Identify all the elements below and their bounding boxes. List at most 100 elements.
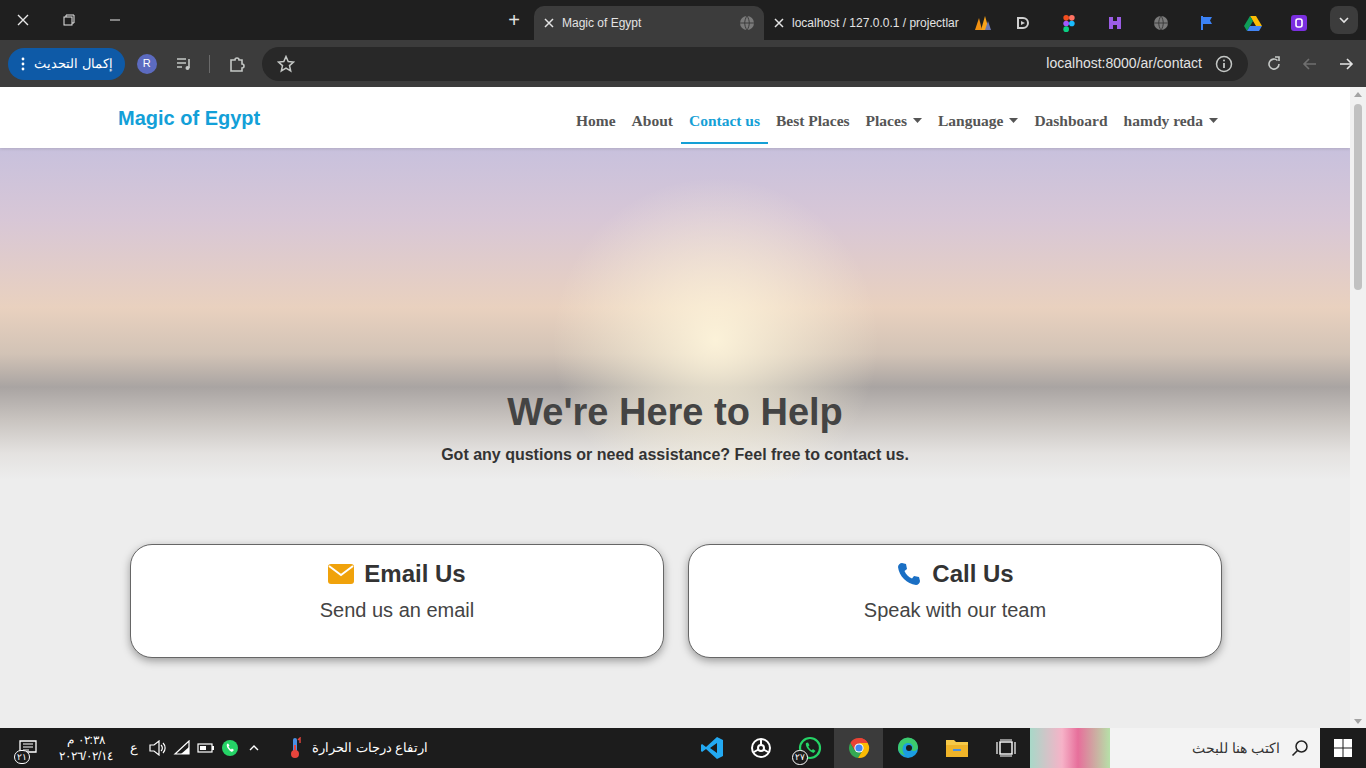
weather-text: ارتفاع درجات الحرارة (312, 738, 428, 758)
profile-avatar[interactable]: R (137, 54, 157, 74)
bootstrap-icon[interactable] (1276, 6, 1322, 40)
volume-icon[interactable] (146, 736, 170, 760)
taskbar-app[interactable] (736, 728, 785, 768)
weather-widget[interactable]: ارتفاع درجات الحرارة (288, 736, 428, 760)
site-info-icon[interactable] (1214, 54, 1234, 74)
icon-shape (1000, 742, 1012, 754)
globe-icon[interactable] (1138, 6, 1184, 40)
icon-shape (197, 741, 215, 755)
hero-text: We're Here to HelpGot any qustions or ne… (0, 148, 1350, 466)
nav-link[interactable]: Best Places (768, 100, 858, 144)
taskbar-app[interactable] (932, 728, 981, 768)
taskbar-app[interactable] (687, 728, 736, 768)
envelope-icon (328, 561, 354, 587)
icon-shape (945, 737, 969, 759)
nav-link[interactable]: Language (930, 100, 1026, 144)
taskbar-app[interactable] (883, 728, 932, 768)
icon-shape (149, 740, 167, 756)
tab-list-chevron-icon[interactable] (1330, 6, 1358, 34)
windows-start-icon[interactable] (1320, 728, 1366, 768)
bookmark-star-icon[interactable] (276, 54, 296, 74)
show-hidden-icons-icon[interactable] (242, 736, 266, 760)
minimize-window-icon[interactable] (92, 0, 138, 40)
nav-link-label: Contact us (689, 109, 760, 132)
whatsapp-tray-icon[interactable] (218, 736, 242, 760)
media-control-icon[interactable] (173, 53, 195, 75)
extensions-icon[interactable] (226, 53, 248, 75)
scroll-up-icon[interactable] (1350, 87, 1366, 101)
taskbar: ٢١٠٢:٣٨ م٢٠٢٦/٠٢/١٤ع ارتفاع درجات الحرارة… (0, 728, 1366, 768)
screen-share-icon[interactable] (1000, 6, 1046, 40)
network-icon[interactable] (170, 736, 194, 760)
notification-center-button[interactable]: ٢١ (6, 728, 50, 768)
icon-shape (754, 739, 768, 752)
icon-shape (22, 57, 25, 60)
site-logo[interactable]: Magic of Egypt (118, 103, 260, 133)
nav-link[interactable]: Dashboard (1026, 100, 1115, 144)
scroll-down-icon[interactable] (1350, 714, 1366, 728)
scrollbar-thumb[interactable] (1354, 104, 1362, 290)
new-tab-button[interactable]: + (500, 6, 528, 34)
scrollbar[interactable] (1350, 87, 1366, 728)
icon-shape (1269, 59, 1279, 69)
icon-shape (1334, 739, 1343, 748)
browser-toolbar: إكمال التحديث Rlocalhost:8000/ar/contact (0, 40, 1366, 87)
restore-window-icon[interactable] (46, 0, 92, 40)
icon-shape (1018, 18, 1028, 28)
input-language[interactable]: ع (122, 738, 146, 758)
app-badge: ٢٧ (792, 750, 808, 765)
icon-shape (1199, 15, 1215, 31)
icon-shape (250, 746, 258, 750)
icon-shape (1223, 59, 1225, 61)
browser-tab[interactable]: localhost / 127.0.0.1 / projectlar (764, 6, 1000, 40)
task-view-icon (993, 735, 1019, 761)
google-drive-icon[interactable] (1230, 6, 1276, 40)
forward-arrow-icon[interactable] (1292, 46, 1328, 82)
icon-shape (175, 741, 189, 754)
taskbar-app[interactable] (981, 728, 1030, 768)
close-tab-icon[interactable] (542, 16, 556, 30)
icon-shape (161, 743, 165, 753)
app-logo-icon[interactable] (1092, 6, 1138, 40)
toolbar-separator (209, 55, 210, 73)
back-arrow-icon[interactable] (1328, 46, 1364, 82)
flag-icon[interactable] (1184, 6, 1230, 40)
icon-shape (1201, 16, 1203, 30)
url-text[interactable]: localhost:8000/ar/contact (1046, 53, 1202, 74)
card-heading: Call Us (896, 559, 1013, 589)
browser-tab[interactable]: Magic of Egypt (534, 6, 764, 40)
icon-shape (758, 745, 764, 751)
close-window-icon[interactable] (0, 0, 46, 40)
contact-card[interactable]: Call UsSpeak with our team (688, 544, 1222, 658)
dropdown-caret-icon (913, 118, 922, 124)
contact-card[interactable]: Email UsSend us an email (130, 544, 664, 658)
nav-link[interactable]: Places (858, 100, 930, 144)
taskbar-clock[interactable]: ٠٢:٣٨ م٢٠٢٦/٠٢/١٤ (50, 732, 122, 764)
icon-shape (177, 59, 186, 67)
icon-shape (328, 564, 354, 584)
address-bar[interactable]: localhost:8000/ar/contact (262, 47, 1248, 81)
icon-shape (847, 736, 871, 760)
figma-icon[interactable] (1046, 6, 1092, 40)
taskbar-app[interactable]: ٢٧ (785, 728, 834, 768)
search-placeholder[interactable]: اكتب هنا للبحث (1110, 738, 1280, 759)
icon-shape (329, 566, 353, 575)
nav-link[interactable]: Contact us (681, 100, 768, 144)
nav-link[interactable]: Home (568, 100, 624, 144)
taskbar-search[interactable]: اكتب هنا للبحث (1030, 728, 1320, 768)
battery-icon[interactable] (194, 736, 218, 760)
update-button-label: إكمال التحديث (34, 54, 113, 74)
dropdown-caret-icon (1009, 118, 1018, 124)
icon-shape (985, 21, 991, 30)
reload-icon[interactable] (1256, 46, 1292, 82)
nav-link[interactable]: About (624, 100, 681, 144)
icon-shape (1209, 118, 1218, 123)
update-button[interactable]: إكمال التحديث (8, 48, 125, 80)
icon-shape (1291, 15, 1307, 31)
nav-link[interactable]: hamdy reda (1116, 100, 1226, 144)
chrome-icon (846, 735, 872, 761)
close-tab-icon[interactable] (772, 16, 786, 30)
screen: +Magic of Egyptlocalhost / 127.0.0.1 / p… (0, 0, 1366, 768)
icon-shape (248, 742, 260, 754)
taskbar-app[interactable] (834, 728, 883, 768)
